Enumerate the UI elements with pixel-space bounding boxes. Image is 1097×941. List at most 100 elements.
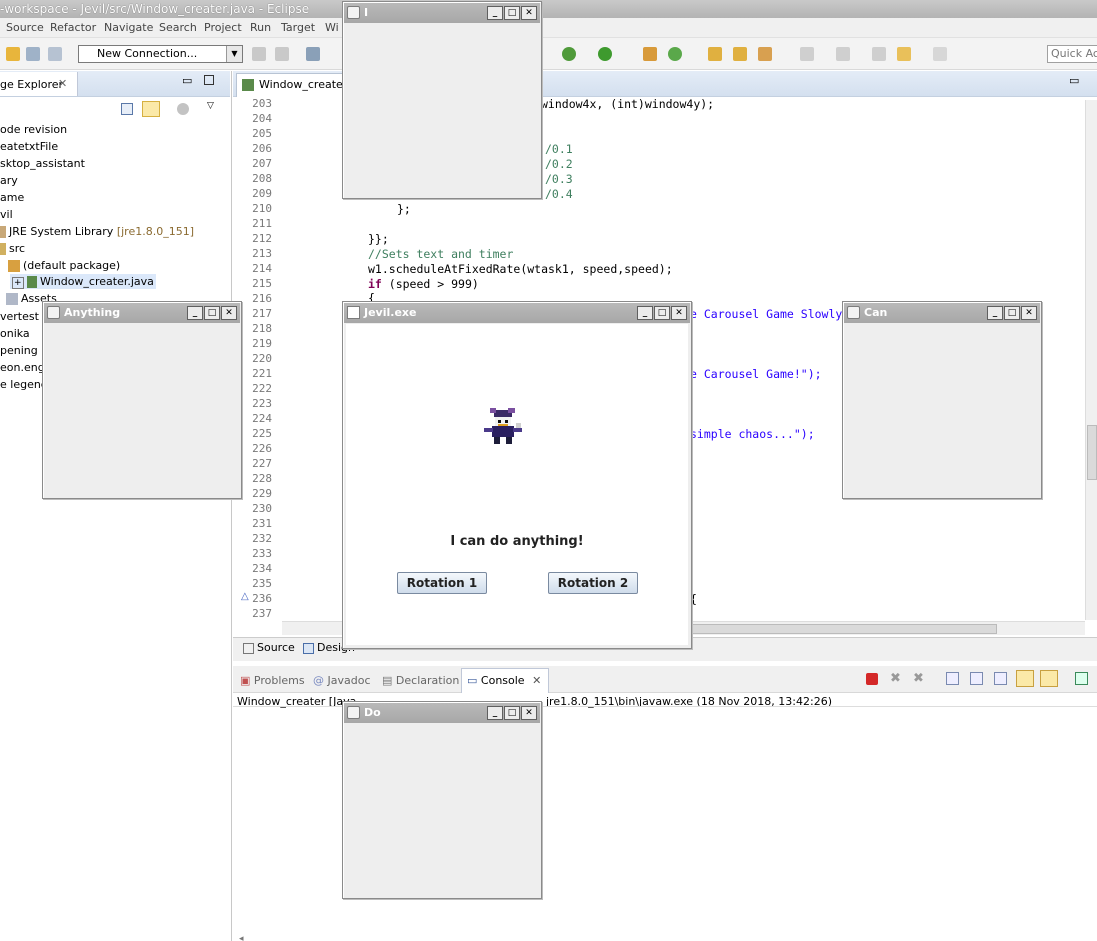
editor-vertical-scrollbar[interactable] xyxy=(1085,100,1097,620)
window-title-bar[interactable]: Anything _ □ ✕ xyxy=(44,303,240,323)
remove-all-icon[interactable]: ✖ xyxy=(913,671,924,686)
tab-source[interactable]: Source xyxy=(243,641,295,654)
tree-item[interactable]: eon.engi xyxy=(0,361,48,374)
expand-icon[interactable]: + xyxy=(12,277,24,289)
tab-problems[interactable]: ▣ Problems xyxy=(240,674,305,687)
java-window-anything[interactable]: Anything _ □ ✕ xyxy=(42,301,242,499)
terminal-icon[interactable] xyxy=(306,47,320,61)
new-class-icon[interactable] xyxy=(668,47,682,61)
search-icon[interactable] xyxy=(758,47,772,61)
window-title-bar[interactable]: I _ □ ✕ xyxy=(344,3,540,23)
back-icon[interactable] xyxy=(897,47,911,61)
tree-item[interactable]: e legend xyxy=(0,378,48,391)
last-edit-icon[interactable] xyxy=(872,47,886,61)
open-console-icon[interactable] xyxy=(1075,672,1088,685)
menu-project[interactable]: Project xyxy=(204,21,242,34)
java-window-can[interactable]: Can _ □ ✕ xyxy=(842,301,1042,499)
filter-icon[interactable] xyxy=(177,103,189,115)
tree-item[interactable]: sktop_assistant xyxy=(0,157,85,170)
rotation-1-button[interactable]: Rotation 1 xyxy=(397,572,487,594)
debug-icon[interactable] xyxy=(562,47,576,61)
menu-target[interactable]: Target xyxy=(281,21,315,34)
scroll-left-icon[interactable]: ◂ xyxy=(239,934,244,941)
remove-launch-icon[interactable]: ✖ xyxy=(890,671,901,686)
close-button[interactable]: ✕ xyxy=(521,6,537,20)
maximize-button[interactable]: □ xyxy=(654,306,670,320)
tree-item-jre[interactable]: JRE System Library [jre1.8.0_151] xyxy=(0,225,194,238)
tab-console[interactable]: ▭ Console ✕ xyxy=(467,674,541,687)
close-button[interactable]: ✕ xyxy=(671,306,687,320)
prev-annotation-icon[interactable] xyxy=(836,47,850,61)
close-button[interactable]: ✕ xyxy=(521,706,537,720)
maximize-button[interactable]: □ xyxy=(204,306,220,320)
disconnect-icon[interactable] xyxy=(275,47,289,61)
window-title-bar[interactable]: Do _ □ ✕ xyxy=(344,703,540,723)
java-window-i[interactable]: I _ □ ✕ xyxy=(342,1,542,199)
minimize-button[interactable]: _ xyxy=(487,6,503,20)
link-with-editor-icon[interactable] xyxy=(142,101,160,117)
quick-access-input[interactable]: Quick Acc xyxy=(1047,45,1097,63)
tree-item-src[interactable]: src xyxy=(0,242,25,255)
rotation-2-button[interactable]: Rotation 2 xyxy=(548,572,638,594)
connection-combo[interactable]: New Connection... ▼ xyxy=(78,45,243,63)
tree-item[interactable]: vertest xyxy=(0,310,39,323)
tab-declaration[interactable]: ▤ Declaration xyxy=(382,674,459,687)
run-icon[interactable] xyxy=(598,47,612,61)
editor-tab-window-creater[interactable]: Window_creater. xyxy=(236,73,350,97)
close-button[interactable]: ✕ xyxy=(221,306,237,320)
minimize-view-icon[interactable]: ▭ xyxy=(182,74,192,87)
menu-search[interactable]: Search xyxy=(159,21,197,34)
view-menu-icon[interactable]: ▽ xyxy=(207,101,214,111)
tree-item[interactable]: vil xyxy=(0,208,13,221)
next-annotation-icon[interactable] xyxy=(800,47,814,61)
scroll-thumb[interactable] xyxy=(1087,425,1097,480)
terminate-icon[interactable] xyxy=(866,673,878,685)
minimize-button[interactable]: _ xyxy=(637,306,653,320)
java-window-do[interactable]: Do _ □ ✕ xyxy=(342,701,542,899)
tree-item[interactable]: ame xyxy=(0,191,24,204)
save-all-icon[interactable] xyxy=(48,47,62,61)
collapse-all-icon[interactable] xyxy=(121,103,133,115)
maximize-button[interactable]: □ xyxy=(1004,306,1020,320)
open-type-icon[interactable] xyxy=(708,47,722,61)
minimize-button[interactable]: _ xyxy=(487,706,503,720)
close-icon[interactable]: ✕ xyxy=(58,77,67,90)
scroll-lock-icon[interactable] xyxy=(970,672,983,685)
display-console-icon[interactable] xyxy=(1040,670,1058,687)
maximize-view-icon[interactable] xyxy=(204,75,214,85)
connect-icon[interactable] xyxy=(252,47,266,61)
pin-console-icon[interactable] xyxy=(1016,670,1034,687)
tree-item-window-creater[interactable]: + Window_creater.java xyxy=(10,274,156,289)
open-folder-icon[interactable] xyxy=(733,47,747,61)
scroll-thumb[interactable] xyxy=(687,624,997,634)
save-icon[interactable] xyxy=(26,47,40,61)
tree-item[interactable]: ary xyxy=(0,174,18,187)
menu-window[interactable]: Wi xyxy=(325,21,339,34)
new-java-package-icon[interactable] xyxy=(643,47,657,61)
word-wrap-icon[interactable] xyxy=(994,672,1007,685)
minimize-editor-icon[interactable]: ▭ xyxy=(1069,74,1079,87)
tab-javadoc[interactable]: @ Javadoc xyxy=(313,674,371,687)
tree-item[interactable]: onika xyxy=(0,327,30,340)
close-button[interactable]: ✕ xyxy=(1021,306,1037,320)
tree-item-default-package[interactable]: (default package) xyxy=(8,259,120,272)
new-icon[interactable] xyxy=(6,47,20,61)
chevron-down-icon[interactable]: ▼ xyxy=(226,46,242,62)
menu-source[interactable]: Source xyxy=(6,21,44,34)
java-window-jevil[interactable]: Jevil.exe _ □ ✕ I can do anything! Rotatio… xyxy=(342,301,692,649)
menu-navigate[interactable]: Navigate xyxy=(104,21,153,34)
minimize-button[interactable]: _ xyxy=(987,306,1003,320)
tree-item[interactable]: pening xyxy=(0,344,38,357)
clear-console-icon[interactable] xyxy=(946,672,959,685)
menu-refactor[interactable]: Refactor xyxy=(50,21,96,34)
minimize-button[interactable]: _ xyxy=(187,306,203,320)
menu-run[interactable]: Run xyxy=(250,21,271,34)
tree-item[interactable]: ode revision xyxy=(0,123,67,136)
close-icon[interactable]: ✕ xyxy=(532,674,541,687)
window-title-bar[interactable]: Jevil.exe _ □ ✕ xyxy=(344,303,690,323)
maximize-button[interactable]: □ xyxy=(504,6,520,20)
window-title-bar[interactable]: Can _ □ ✕ xyxy=(844,303,1040,323)
forward-icon[interactable] xyxy=(933,47,947,61)
maximize-button[interactable]: □ xyxy=(504,706,520,720)
tree-item[interactable]: eatetxtFile xyxy=(0,140,58,153)
